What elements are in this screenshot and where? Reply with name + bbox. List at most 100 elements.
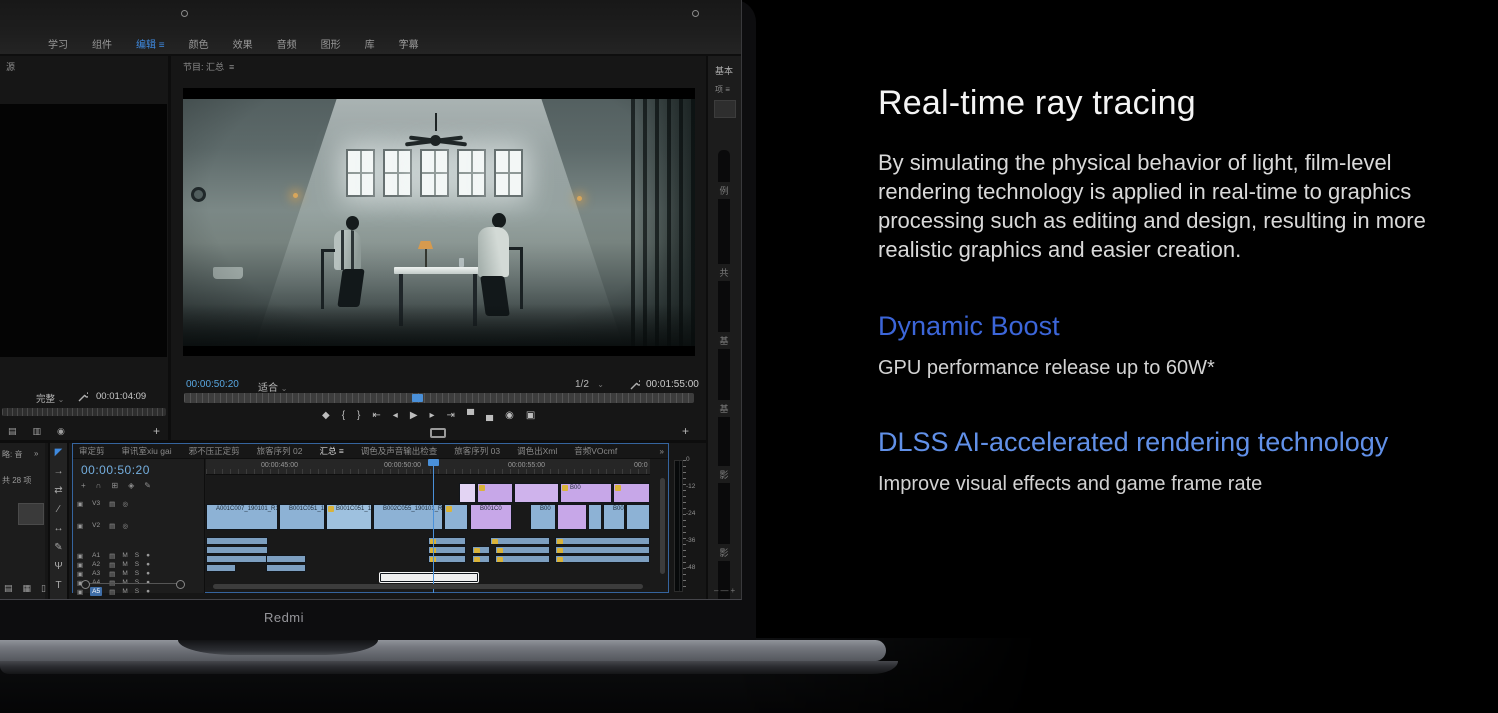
add-button-icon[interactable]: + bbox=[682, 424, 689, 438]
audio-track-header[interactable]: ▣ A3 ▤ M S ● bbox=[77, 569, 150, 578]
sequence-tab[interactable]: 审讯室xiu gai bbox=[122, 445, 172, 457]
timeline-horizontal-scrollbar[interactable] bbox=[213, 584, 643, 589]
razor-tool-icon[interactable]: ∕ bbox=[50, 500, 67, 519]
timeline-clip[interactable] bbox=[495, 555, 550, 563]
solo-icon[interactable]: S bbox=[135, 570, 139, 577]
collapsed-panel-tab[interactable]: 影 bbox=[716, 544, 732, 561]
timeline-clip[interactable] bbox=[555, 546, 650, 554]
timeline-clip[interactable] bbox=[557, 504, 587, 530]
source-zoom-select[interactable]: 完整 ⌄ bbox=[36, 391, 64, 405]
timeline-clip[interactable] bbox=[613, 483, 650, 503]
track-output-icon[interactable]: ▤ bbox=[109, 570, 115, 578]
collapsed-panel-tab[interactable]: 基 bbox=[716, 400, 732, 417]
collapsed-panel-tab[interactable]: 例 bbox=[716, 182, 732, 199]
export-frame-icon[interactable]: ◉ bbox=[505, 410, 514, 421]
mark-out-icon[interactable]: } bbox=[357, 410, 360, 421]
overwrite-icon[interactable]: ▥ bbox=[33, 426, 42, 437]
workspace-tab[interactable]: 学习 bbox=[48, 36, 68, 51]
track-output-icon[interactable]: ▤ bbox=[109, 561, 115, 569]
settings-wrench-icon[interactable] bbox=[630, 380, 640, 390]
workspace-tab[interactable]: 组件 bbox=[92, 36, 112, 51]
sequence-tab[interactable]: 音频VOcmf bbox=[574, 445, 617, 457]
program-playhead[interactable] bbox=[412, 394, 423, 402]
mute-icon[interactable]: M bbox=[122, 570, 127, 577]
selection-tool-icon[interactable]: ◤ bbox=[50, 443, 67, 462]
scrubber-handle-right[interactable] bbox=[692, 10, 699, 17]
timeline-clip[interactable]: A001C007_190101_R1S bbox=[206, 504, 278, 530]
timeline-clip[interactable]: B00 bbox=[603, 504, 625, 530]
lock-icon[interactable]: ▣ bbox=[77, 561, 83, 569]
mark-in-icon[interactable]: { bbox=[342, 410, 345, 421]
program-timecode[interactable]: 00:00:50:20 bbox=[186, 379, 239, 390]
timeline-clip[interactable] bbox=[472, 555, 490, 563]
ripple-edit-tool-icon[interactable]: ⇄ bbox=[50, 481, 67, 500]
go-to-out-icon[interactable]: ⇥ bbox=[447, 410, 455, 421]
workspace-overflow-icon[interactable]: » bbox=[400, 36, 406, 47]
workspace-tab[interactable]: 颜色 bbox=[189, 36, 209, 51]
timeline-vertical-scrollbar[interactable] bbox=[660, 478, 665, 574]
mic-icon[interactable]: ● bbox=[146, 570, 150, 577]
timeline-clip[interactable] bbox=[555, 537, 650, 545]
panel-menu-icon[interactable]: ≡ bbox=[229, 62, 234, 72]
pen-tool-icon[interactable]: ✎ bbox=[50, 538, 67, 557]
comparison-view-icon[interactable]: ▣ bbox=[526, 410, 535, 421]
solo-icon[interactable]: S bbox=[135, 588, 139, 595]
collapsed-panel-tab[interactable]: 基 bbox=[716, 332, 732, 349]
track-select-tool-icon[interactable]: → bbox=[50, 462, 67, 481]
new-item-icon[interactable]: ▦ bbox=[23, 583, 32, 594]
timeline-clip[interactable]: B00 bbox=[530, 504, 556, 530]
step-forward-icon[interactable]: ▸ bbox=[430, 410, 435, 421]
marker-icon[interactable]: ◆ bbox=[322, 410, 330, 421]
timeline-clip[interactable] bbox=[266, 564, 306, 572]
timeline-clip[interactable] bbox=[514, 483, 559, 503]
timeline-clip[interactable] bbox=[490, 537, 550, 545]
track-height-slider[interactable] bbox=[83, 583, 183, 584]
sequence-tabs-overflow-icon[interactable]: » bbox=[656, 447, 664, 456]
timeline-clip[interactable] bbox=[206, 564, 236, 572]
track-output-icon[interactable]: ▤ bbox=[109, 588, 115, 596]
workspace-tab[interactable]: 库 bbox=[365, 36, 375, 51]
mute-icon[interactable]: M bbox=[122, 588, 127, 595]
mic-icon[interactable]: ● bbox=[146, 561, 150, 568]
panel-overflow-icon[interactable]: » bbox=[34, 449, 38, 458]
workspace-tab[interactable]: 音频 bbox=[277, 36, 297, 51]
timeline-clip[interactable] bbox=[444, 504, 468, 530]
extract-icon[interactable]: ▄ bbox=[486, 410, 493, 421]
program-resolution-select[interactable]: 1/2 ⌄ bbox=[575, 379, 604, 390]
workspace-tab[interactable]: 图形 bbox=[321, 36, 341, 51]
solo-icon[interactable]: S bbox=[135, 561, 139, 568]
sequence-tab[interactable]: 汇总 bbox=[319, 445, 343, 457]
scrubber-handle-left[interactable] bbox=[181, 10, 188, 17]
timeline-playhead[interactable] bbox=[433, 459, 434, 593]
mute-icon[interactable]: M bbox=[122, 552, 127, 559]
mic-icon[interactable]: ● bbox=[146, 588, 150, 595]
insert-icon[interactable]: ▤ bbox=[8, 426, 17, 437]
workspace-tab[interactable]: 编辑 bbox=[136, 36, 165, 51]
timeline-clip[interactable]: B001C051_13 bbox=[326, 504, 372, 530]
audio-track-header[interactable]: ▣ A1 ▤ M S ● bbox=[77, 551, 150, 560]
timeline-clip[interactable] bbox=[555, 555, 650, 563]
slip-tool-icon[interactable]: ↔ bbox=[50, 519, 67, 538]
export-frame-icon[interactable]: ◉ bbox=[57, 426, 65, 437]
zoom-widget[interactable]: ‒—+ bbox=[714, 586, 737, 595]
timeline-clip[interactable]: B00 bbox=[560, 483, 612, 503]
sequence-tab[interactable]: 调色及声音输出检查 bbox=[361, 445, 438, 457]
program-fit-select[interactable]: 适合 ⌄ bbox=[258, 379, 287, 394]
mute-icon[interactable]: M bbox=[122, 561, 127, 568]
project-clip-thumbnail[interactable] bbox=[18, 503, 44, 525]
sequence-tab[interactable]: 旅客序列 03 bbox=[454, 445, 500, 457]
collapsed-panel-tab[interactable]: 影 bbox=[716, 466, 732, 483]
type-tool-icon[interactable]: T bbox=[50, 576, 67, 595]
program-monitor-tab[interactable]: 节目: 汇总 ≡ bbox=[183, 60, 234, 73]
sequence-tab[interactable]: 邪不压正定剪 bbox=[189, 445, 240, 457]
timeline-clip[interactable] bbox=[495, 546, 550, 554]
play-icon[interactable]: ▶ bbox=[410, 410, 418, 421]
collapsed-panel-tab[interactable]: 共 bbox=[716, 264, 732, 281]
source-monitor-video[interactable] bbox=[0, 104, 167, 357]
audio-track-header[interactable]: ▣ A5 ▤ M S ● bbox=[77, 587, 150, 596]
solo-icon[interactable]: S bbox=[135, 552, 139, 559]
sequence-tab[interactable]: 旅客序列 02 bbox=[257, 445, 303, 457]
add-button-icon[interactable]: + bbox=[153, 424, 160, 438]
trash-icon[interactable]: ▯ bbox=[41, 583, 46, 594]
track-output-icon[interactable]: ▤ bbox=[109, 552, 115, 560]
